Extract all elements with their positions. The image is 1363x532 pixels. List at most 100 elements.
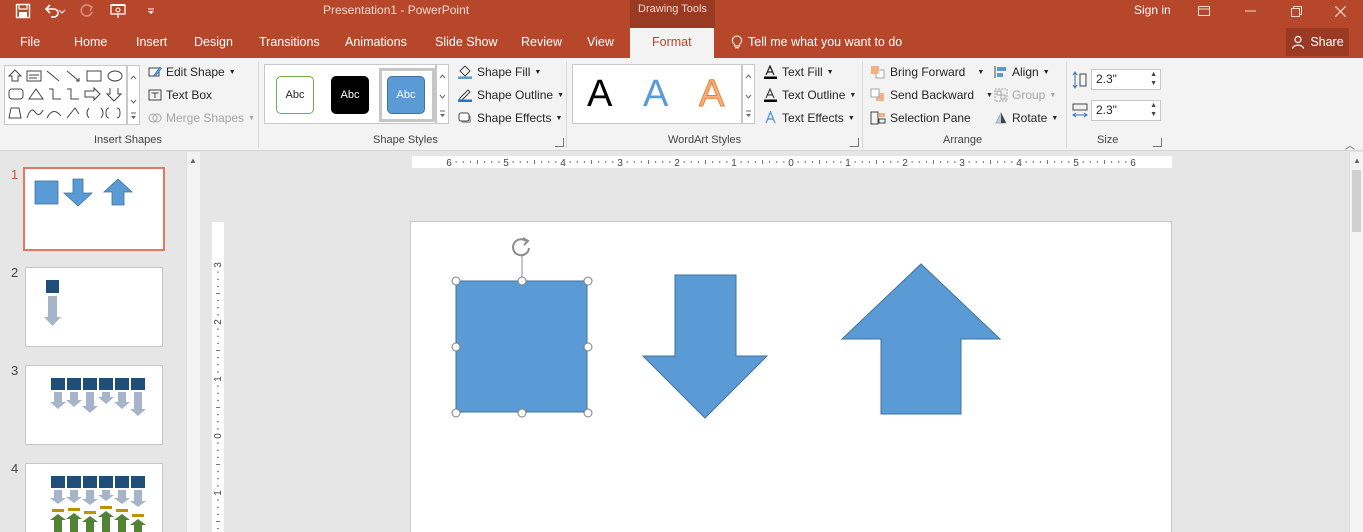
shape-outline-button[interactable]: Shape Outline ▼ [457, 88, 564, 102]
resize-handle[interactable] [583, 276, 593, 286]
style-swatch-blue[interactable]: Abc [387, 76, 425, 114]
slide-thumbnail-preview [50, 378, 146, 416]
tab-file[interactable]: File [20, 35, 40, 49]
resize-handle[interactable] [583, 408, 593, 418]
spin-down-icon[interactable]: ▼ [1150, 80, 1157, 87]
scroll-thumb[interactable] [1352, 170, 1361, 232]
collapse-ribbon-icon[interactable]: ︿ [1345, 137, 1355, 152]
scroll-up-icon[interactable]: ▲ [189, 156, 197, 165]
horizontal-ruler: 6 5 4 3 2 1 0 1 2 3 4 5 6 [412, 156, 1172, 169]
redo-icon[interactable] [72, 0, 102, 22]
shape-height-input[interactable]: 2.3" ▲ ▼ [1091, 69, 1161, 90]
text-fill-button[interactable]: Text Fill ▼ [763, 65, 834, 79]
slideshow-from-start-icon[interactable] [104, 0, 134, 22]
style-swatch-black[interactable]: Abc [331, 76, 369, 114]
selection-pane-button[interactable]: Selection Pane [870, 111, 971, 125]
tab-animations[interactable]: Animations [345, 35, 407, 49]
wordart-styles-dialog-launcher[interactable] [850, 138, 859, 147]
send-backward-icon [870, 88, 884, 101]
undo-icon[interactable] [40, 0, 70, 22]
wordart-styles-gallery[interactable]: A A A [572, 64, 742, 124]
shape-fill-button[interactable]: Shape Fill ▼ [457, 65, 541, 79]
ruler-label: 1 [845, 158, 851, 168]
shape-width-input[interactable]: 2.3" ▲ ▼ [1091, 100, 1161, 121]
quick-access-toolbar [8, 0, 166, 22]
shapes-gallery[interactable] [4, 65, 127, 125]
merge-shapes-button[interactable]: Merge Shapes ▼ [148, 111, 255, 125]
tab-transitions[interactable]: Transitions [259, 35, 320, 49]
tab-slide-show[interactable]: Slide Show [435, 35, 498, 49]
tab-design[interactable]: Design [194, 35, 233, 49]
align-button[interactable]: Align ▼ [994, 65, 1050, 79]
shape-width-icon [1072, 103, 1088, 118]
slide-thumbnail-4[interactable] [25, 463, 163, 532]
shape-effects-label: Shape Effects [477, 111, 552, 125]
selected-rectangle-shape[interactable] [455, 280, 588, 413]
window-title: Presentation1 - PowerPoint [323, 3, 470, 17]
spin-up-icon[interactable]: ▲ [1150, 102, 1157, 109]
share-button[interactable]: Share [1286, 28, 1349, 56]
group-button[interactable]: Group ▼ [994, 88, 1056, 102]
style-swatch-outline[interactable]: Abc [276, 76, 314, 114]
text-effects-button[interactable]: Text Effects ▼ [763, 111, 855, 125]
wordart-sample-blue[interactable]: A [643, 73, 668, 116]
rotate-button[interactable]: Rotate ▼ [994, 111, 1058, 125]
wordart-sample-orange[interactable]: A [698, 73, 724, 116]
slide-thumbnail-1[interactable] [23, 167, 165, 251]
main-scrollbar[interactable]: ▲ [1349, 152, 1363, 532]
slide-canvas[interactable] [410, 221, 1172, 532]
slide-thumbnail-3[interactable] [25, 365, 163, 445]
ruler-label: 4 [560, 158, 566, 168]
resize-handle[interactable] [451, 276, 461, 286]
slide-thumbnail-preview [50, 476, 146, 532]
shapes-gallery-scroll[interactable] [127, 65, 140, 125]
spin-down-icon[interactable]: ▼ [1150, 111, 1157, 118]
wordart-sample-black[interactable]: A [587, 73, 612, 116]
merge-shapes-icon [148, 113, 162, 123]
tell-me-box[interactable]: Tell me what you want to do [731, 35, 902, 49]
edit-shape-button[interactable]: Edit Shape ▼ [148, 65, 236, 79]
resize-handle[interactable] [451, 408, 461, 418]
ribbon-display-options-icon[interactable] [1181, 0, 1227, 22]
sign-in-link[interactable]: Sign in [1134, 3, 1171, 17]
drawing-tools-context-label: Drawing Tools [630, 0, 715, 28]
ruler-label: 6 [1130, 158, 1136, 168]
thumbnail-scrollbar[interactable]: ▲ [186, 152, 200, 532]
bring-forward-button[interactable]: Bring Forward ▼ [870, 65, 984, 79]
wordart-gallery-scroll[interactable] [742, 64, 755, 124]
slide-thumbnail-2[interactable] [25, 267, 163, 347]
close-icon[interactable] [1317, 0, 1363, 22]
tab-format[interactable]: Format [630, 28, 714, 58]
restore-icon[interactable] [1273, 0, 1319, 22]
size-dialog-launcher[interactable] [1153, 138, 1162, 147]
minimize-icon[interactable] [1227, 0, 1273, 22]
send-backward-button[interactable]: Send Backward ▼ [870, 88, 993, 102]
shape-styles-gallery[interactable]: Abc Abc Abc [264, 64, 436, 124]
group-separator [566, 62, 567, 148]
group-label: Group [1012, 88, 1046, 102]
scroll-up-icon[interactable]: ▲ [1353, 156, 1361, 165]
text-box-button[interactable]: Text Box [148, 88, 212, 102]
resize-handle[interactable] [583, 342, 593, 352]
up-arrow-shape[interactable] [840, 263, 1002, 415]
down-arrow-shape[interactable] [641, 274, 769, 419]
rotation-handle-icon[interactable] [512, 237, 530, 257]
shape-styles-gallery-scroll[interactable] [436, 64, 449, 124]
tab-review[interactable]: Review [521, 35, 562, 49]
resize-handle[interactable] [517, 276, 527, 286]
text-outline-button[interactable]: Text Outline ▼ [763, 88, 856, 102]
tab-insert[interactable]: Insert [136, 35, 167, 49]
customize-qat-icon[interactable] [136, 0, 166, 22]
resize-handle[interactable] [451, 342, 461, 352]
shape-effects-button[interactable]: Shape Effects ▼ [457, 111, 562, 125]
ruler-label: 0 [213, 433, 224, 439]
save-icon[interactable] [8, 0, 38, 22]
tab-view[interactable]: View [587, 35, 614, 49]
slide-number: 1 [11, 167, 19, 182]
arrange-group-label: Arrange [943, 134, 983, 146]
spin-up-icon[interactable]: ▲ [1150, 71, 1157, 78]
resize-handle[interactable] [517, 408, 527, 418]
tab-home[interactable]: Home [74, 35, 107, 49]
title-bar: Presentation1 - PowerPoint Drawing Tools… [0, 0, 1363, 28]
shape-styles-dialog-launcher[interactable] [555, 138, 564, 147]
